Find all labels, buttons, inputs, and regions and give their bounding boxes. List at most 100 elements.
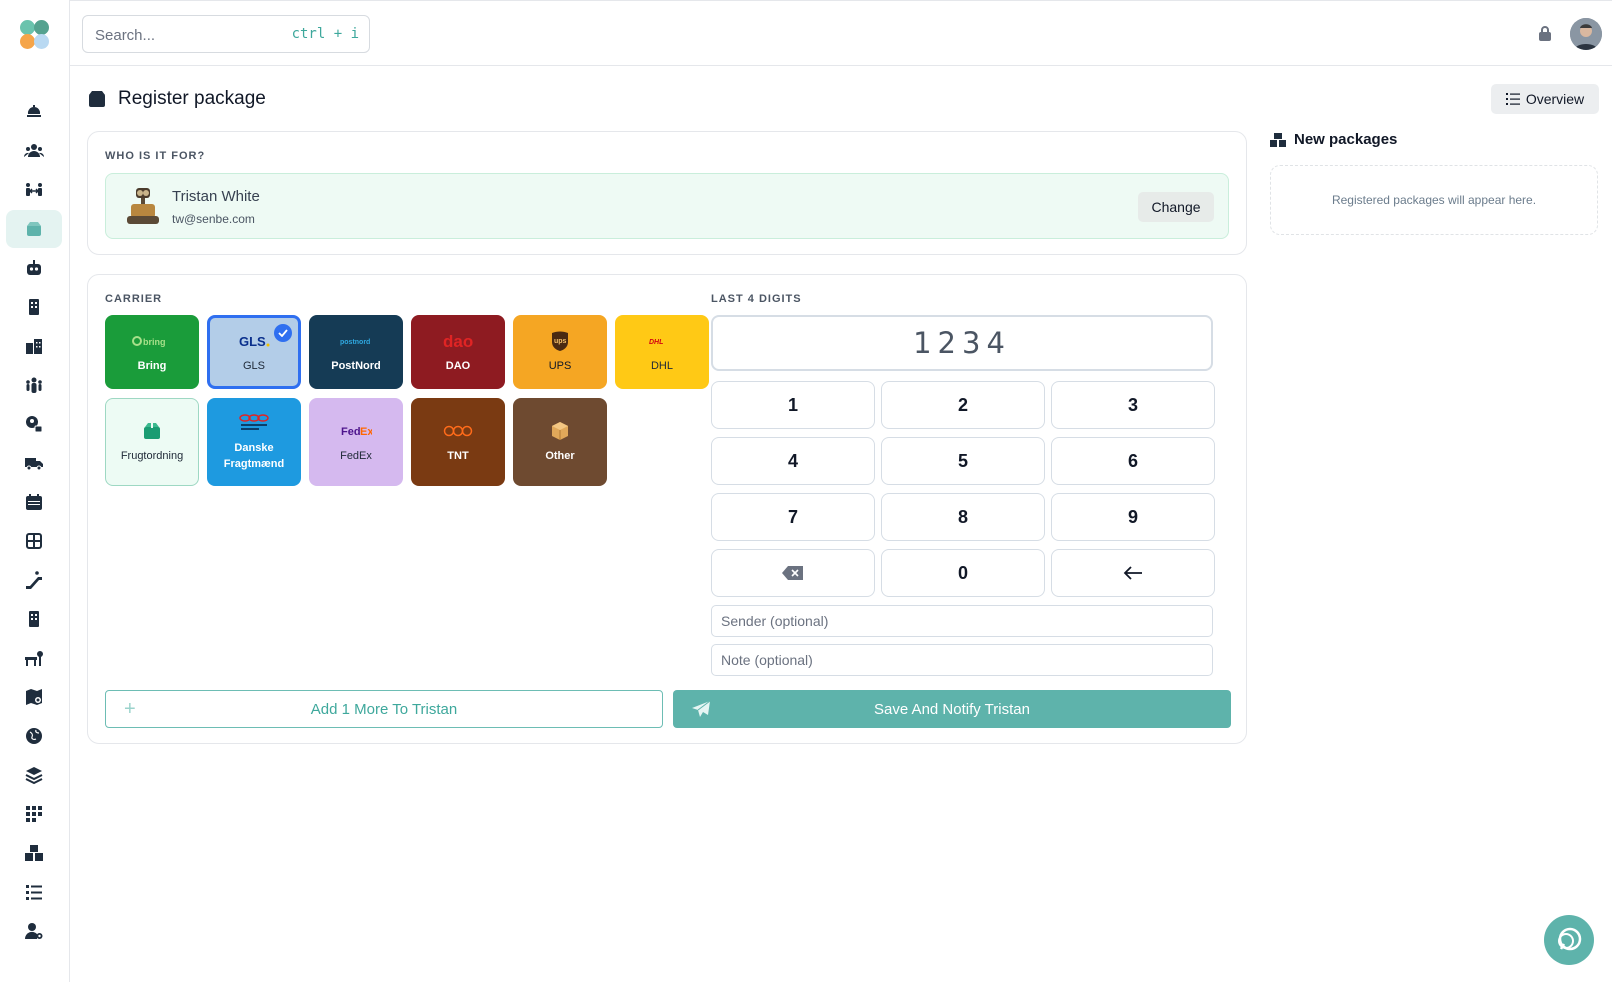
package-icon	[552, 422, 568, 440]
sidebar-item-floorplan[interactable]	[6, 522, 62, 560]
save-and-notify-button[interactable]: Save And Notify Tristan	[673, 690, 1231, 728]
sidebar-item-desks[interactable]	[6, 639, 62, 677]
plus-icon: +	[124, 698, 136, 720]
building-icon	[29, 611, 39, 627]
keypad-7[interactable]: 7	[711, 493, 875, 541]
sidebar-item-reception[interactable]	[6, 93, 62, 131]
lock-icon[interactable]	[1538, 25, 1552, 41]
svg-text:dao: dao	[443, 332, 473, 350]
keypad-5[interactable]: 5	[881, 437, 1045, 485]
carrier-postnord[interactable]: postnord PostNord	[309, 315, 403, 389]
robot-icon	[27, 260, 41, 275]
recipient-avatar	[127, 188, 159, 224]
map-location-icon	[26, 689, 42, 705]
digits-display[interactable]: 1234	[711, 315, 1213, 371]
sidebar-item-offices[interactable]	[6, 327, 62, 365]
chat-button[interactable]	[1544, 915, 1594, 965]
carrier-label: Frugtordning	[120, 450, 184, 462]
carrier-label: DAO	[445, 360, 471, 372]
sidebar-item-globe[interactable]	[6, 717, 62, 755]
sidebar-item-user-lock[interactable]	[6, 405, 62, 443]
svg-text:bring: bring	[143, 337, 166, 347]
sidebar-item-boxes[interactable]	[6, 834, 62, 872]
carrier-dao[interactable]: dao DAO	[411, 315, 505, 389]
user-gear-icon	[24, 923, 43, 939]
new-packages-header: New packages	[1270, 131, 1397, 148]
dao-logo-icon: dao	[443, 332, 473, 350]
app-logo[interactable]	[20, 20, 50, 50]
sidebar-item-robot[interactable]	[6, 249, 62, 287]
boxes-stacked-icon	[25, 845, 43, 861]
keypad-clear[interactable]	[711, 549, 875, 597]
sidebar	[0, 0, 70, 982]
carrier-gls[interactable]: GLS GLS	[207, 315, 301, 389]
carrier-other[interactable]: Other	[513, 398, 607, 486]
recipient-section-label: WHO IS IT FOR?	[105, 150, 206, 162]
dots-grid-icon	[26, 806, 42, 822]
carrier-label: Other	[545, 450, 575, 462]
carrier-frugtordning[interactable]: Frugtordning	[105, 398, 199, 486]
user-avatar[interactable]	[1570, 18, 1602, 50]
sidebar-item-building-2[interactable]	[6, 600, 62, 638]
overview-button[interactable]: Overview	[1491, 84, 1599, 114]
sidebar-item-escalator[interactable]	[6, 561, 62, 599]
carrier-dhl[interactable]: DHL DHL	[615, 315, 709, 389]
box-icon	[144, 423, 160, 439]
sender-field[interactable]: Sender (optional)	[711, 605, 1213, 637]
carrier-label: PostNord	[331, 360, 381, 372]
keypad-1[interactable]: 1	[711, 381, 875, 429]
sidebar-item-groups[interactable]	[6, 366, 62, 404]
carrier-bring[interactable]: bring Bring	[105, 315, 199, 389]
sidebar-item-calendar[interactable]	[6, 483, 62, 521]
svg-text:postnord: postnord	[340, 339, 370, 346]
sidebar-item-user-settings[interactable]	[6, 912, 62, 950]
search-input[interactable]: Search... ctrl + i	[82, 15, 370, 53]
keypad-8[interactable]: 8	[881, 493, 1045, 541]
note-placeholder: Note (optional)	[721, 652, 813, 668]
keypad-backspace[interactable]	[1051, 549, 1215, 597]
truck-icon	[25, 458, 43, 471]
carrier-fedex[interactable]: Fed Ex FedEx	[309, 398, 403, 486]
keypad-2[interactable]: 2	[881, 381, 1045, 429]
keypad-6[interactable]: 6	[1051, 437, 1215, 485]
page-title: Register package	[118, 88, 266, 109]
change-recipient-button[interactable]: Change	[1138, 192, 1214, 222]
carrier-danske-fragtmaend[interactable]: Danske Fragtmænd	[207, 398, 301, 486]
carrier-ups[interactable]: ups UPS	[513, 315, 607, 389]
recipient-name: Tristan White	[172, 188, 260, 205]
people-group-icon	[26, 377, 42, 393]
list-icon	[1505, 93, 1520, 105]
users-icon	[24, 144, 44, 157]
carrier-label: Bring	[137, 360, 167, 372]
topbar: Search... ctrl + i	[70, 0, 1612, 66]
desk-icon	[25, 651, 43, 666]
sidebar-item-deliveries[interactable]	[6, 444, 62, 482]
sidebar-item-map[interactable]	[6, 678, 62, 716]
box-icon	[27, 222, 41, 236]
add-more-button[interactable]: + Add 1 More To Tristan	[105, 690, 663, 728]
danske-fragtmaend-logo-icon	[239, 414, 269, 430]
city-icon	[26, 339, 42, 354]
list-icon	[26, 885, 42, 900]
sidebar-item-grid[interactable]	[6, 795, 62, 833]
boxes-stacked-icon	[1270, 132, 1286, 147]
keypad-4[interactable]: 4	[711, 437, 875, 485]
carrier-label: Danske Fragtmænd	[223, 442, 285, 470]
arrow-left-icon	[1123, 566, 1142, 580]
carrier-tnt[interactable]: TNT	[411, 398, 505, 486]
sidebar-item-people[interactable]	[6, 132, 62, 170]
sidebar-item-building[interactable]	[6, 288, 62, 326]
page-header: Register package	[88, 86, 266, 112]
escalator-icon	[26, 571, 42, 589]
new-packages-title: New packages	[1294, 131, 1398, 148]
box-icon	[89, 91, 105, 107]
note-field[interactable]: Note (optional)	[711, 644, 1213, 676]
sidebar-item-list[interactable]	[6, 873, 62, 911]
sidebar-item-packages[interactable]	[6, 210, 62, 248]
sidebar-item-layers[interactable]	[6, 756, 62, 794]
sidebar-item-visitors[interactable]	[6, 171, 62, 209]
keypad-0[interactable]: 0	[881, 549, 1045, 597]
keypad-3[interactable]: 3	[1051, 381, 1215, 429]
keypad-9[interactable]: 9	[1051, 493, 1215, 541]
digits-section-label: LAST 4 DIGITS	[711, 293, 802, 305]
